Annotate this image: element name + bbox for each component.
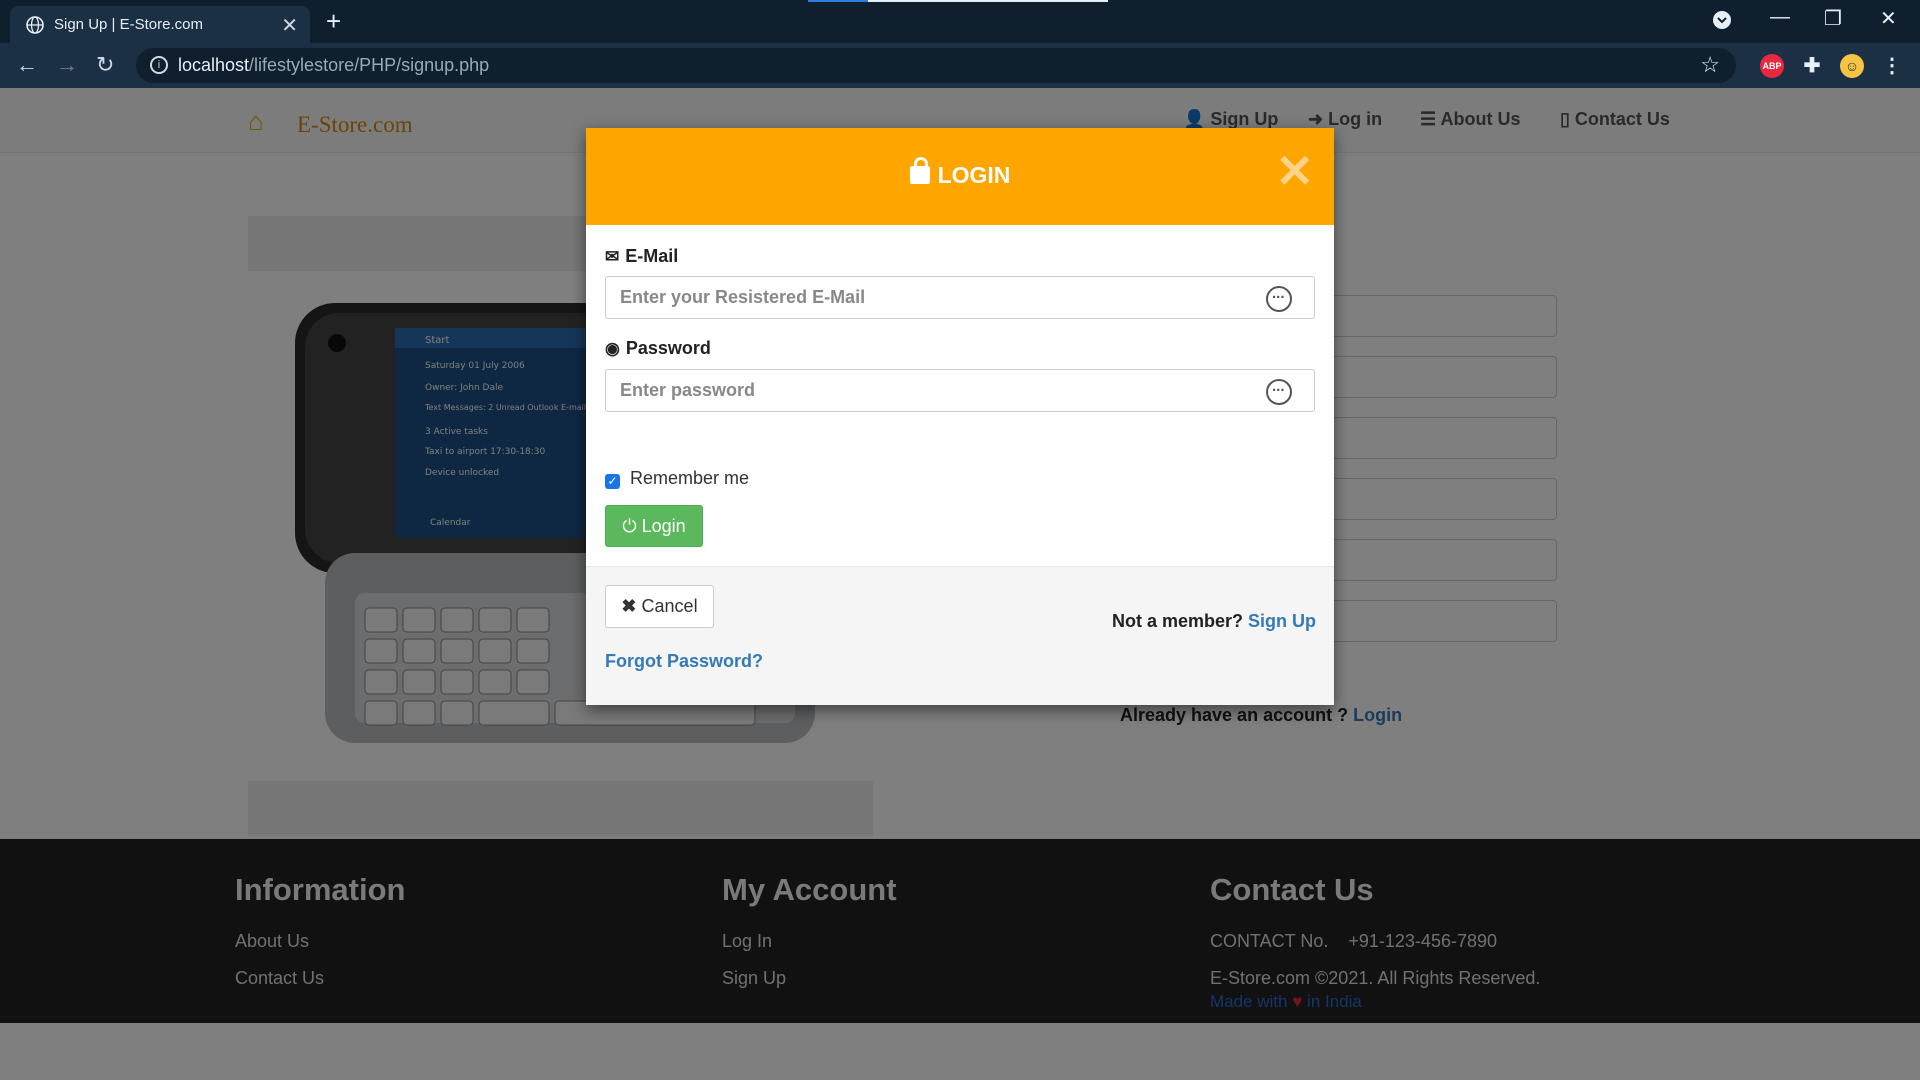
remember-checkbox[interactable]: ✓ bbox=[605, 474, 620, 489]
browser-toolbar: ← → ↻ i localhost/lifestylestore/PHP/sig… bbox=[0, 43, 1920, 88]
modal-footer: ✖ Cancel Not a member? Sign Up Forgot Pa… bbox=[586, 567, 1334, 705]
restore-icon[interactable]: ❐ bbox=[1824, 6, 1842, 31]
modal-header: LOGIN ✕ bbox=[586, 128, 1334, 225]
site-info-icon[interactable]: i bbox=[150, 56, 168, 74]
globe-icon bbox=[26, 16, 44, 34]
tab-title: Sign Up | E-Store.com bbox=[54, 16, 203, 33]
signup-link[interactable]: Sign Up bbox=[1248, 611, 1316, 631]
profile-dropdown-icon[interactable] bbox=[1712, 10, 1732, 36]
power-icon: ⏻ bbox=[622, 516, 637, 536]
loading-indicator bbox=[808, 0, 1108, 2]
minimize-icon[interactable]: — bbox=[1770, 6, 1790, 29]
email-input[interactable] bbox=[620, 287, 1240, 308]
browser-tab[interactable]: Sign Up | E-Store.com ✕ bbox=[10, 6, 310, 43]
adblock-extension-icon[interactable]: ABP bbox=[1760, 54, 1784, 78]
profile-avatar-icon[interactable]: ☺ bbox=[1840, 54, 1864, 78]
password-label: ◉ Password bbox=[605, 338, 711, 358]
bookmark-star-icon[interactable]: ☆ bbox=[1700, 52, 1720, 78]
x-icon: ✖ bbox=[621, 596, 637, 616]
login-button[interactable]: ⏻ Login bbox=[605, 505, 703, 547]
not-member-text: Not a member? Sign Up bbox=[1111, 611, 1316, 631]
reload-icon[interactable]: ↻ bbox=[96, 52, 114, 78]
password-manager-icon[interactable] bbox=[1266, 285, 1292, 312]
envelope-icon: ✉ bbox=[605, 247, 620, 266]
remember-me[interactable]: ✓ Remember me bbox=[605, 468, 749, 489]
modal-title: LOGIN bbox=[586, 157, 1334, 189]
login-modal: LOGIN ✕ ✉E-Mail ◉Password ✓Remember me ⏻… bbox=[586, 128, 1334, 705]
password-manager-icon[interactable] bbox=[1266, 378, 1292, 405]
address-bar[interactable]: i localhost/lifestylestore/PHP/signup.ph… bbox=[136, 48, 1736, 83]
back-icon[interactable]: ← bbox=[16, 52, 38, 78]
cancel-button[interactable]: ✖ Cancel bbox=[605, 585, 714, 628]
new-tab-icon[interactable]: + bbox=[326, 6, 341, 37]
browser-tab-bar: Sign Up | E-Store.com ✕ + — ❐ ✕ bbox=[0, 0, 1920, 43]
tab-close-icon[interactable]: ✕ bbox=[281, 13, 298, 38]
extensions-puzzle-icon[interactable]: ✚ bbox=[1800, 54, 1824, 78]
password-field[interactable] bbox=[605, 369, 1315, 412]
password-input[interactable] bbox=[620, 380, 1240, 401]
lock-icon bbox=[909, 157, 930, 184]
window-close-icon[interactable]: ✕ bbox=[1880, 6, 1897, 31]
close-icon[interactable]: ✕ bbox=[1275, 148, 1314, 194]
url-text: localhost/lifestylestore/PHP/signup.php bbox=[178, 55, 490, 75]
forward-icon[interactable]: → bbox=[56, 52, 78, 78]
email-field[interactable] bbox=[605, 276, 1315, 319]
email-label: ✉ E-Mail bbox=[605, 246, 679, 266]
eye-icon: ◉ bbox=[605, 339, 620, 358]
forgot-password-link[interactable]: Forgot Password? bbox=[605, 651, 763, 672]
browser-menu-icon[interactable]: ⋮ bbox=[1880, 54, 1904, 78]
